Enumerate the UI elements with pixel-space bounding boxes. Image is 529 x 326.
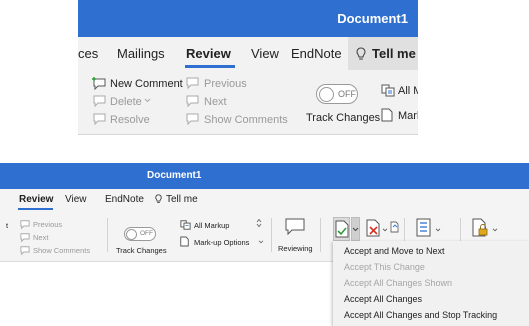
ribbon-bottom-border [78,134,418,135]
top-ribbon-zoom: Document1 ces Mailings Review View EndNo… [78,0,418,135]
previous-comment-icon [186,77,199,90]
group-separator [271,218,272,252]
markup-display-icon [381,84,395,97]
active-tab-underline [18,208,53,210]
track-changes-label: Track Changes [116,246,167,255]
reviewing-pane-icon[interactable] [285,218,305,236]
toggle-knob [126,229,137,240]
menu-item-accept-this-change[interactable]: Accept This Change [344,262,425,272]
protect-chevron-down-icon[interactable] [492,228,498,232]
document-title: Document1 [147,170,202,181]
chevron-down-icon [258,240,264,244]
menu-item-accept-all-changes-shown[interactable]: Accept All Changes Shown [344,278,452,288]
document-title: Document1 [337,11,408,26]
tab-review[interactable]: Review [19,194,53,205]
markup-display-icon [180,220,191,230]
title-bar [0,163,529,189]
next-comment-icon [186,95,199,108]
reject-icon[interactable] [366,219,380,237]
menu-item-accept-all-and-stop-tracking[interactable]: Accept All Changes and Stop Tracking [344,310,497,320]
reviewing-label: Reviewing [278,244,313,253]
previous-comment-button[interactable]: Previous [204,78,247,90]
previous-comment-button[interactable]: Previous [33,220,62,229]
previous-change-icon[interactable] [390,221,399,233]
previous-comment-icon [20,220,30,230]
delete-comment-button[interactable]: Delete [110,96,142,108]
tab-review[interactable]: Review [186,46,231,61]
group-separator [107,218,108,252]
markup-options-button[interactable]: Mark-up Options [194,238,249,247]
new-comment-icon [92,77,107,91]
markup-options-icon [381,108,393,122]
new-comment-button[interactable]: New Comment [110,78,183,90]
accept-dropdown-arrow[interactable] [351,217,360,241]
toggle-knob [319,87,334,102]
markup-options-icon [180,236,189,247]
show-comments-button[interactable]: Show Comments [204,114,288,126]
track-changes-label: Track Changes [306,112,381,124]
tab-endnote[interactable]: EndNote [105,194,144,205]
toggle-state-label: OFF [140,230,153,237]
menu-item-accept-and-move-to-next[interactable]: Accept and Move to Next [344,246,445,256]
lightbulb-icon [356,47,366,61]
chevron-down-icon [144,98,151,103]
tab-tell-me[interactable]: Tell me [166,194,198,205]
protect-document-icon[interactable] [472,218,489,237]
track-changes-toggle[interactable]: OFF [124,227,156,241]
toggle-state-label: OFF [338,89,356,99]
next-comment-button[interactable]: Next [33,233,48,242]
next-comment-icon [20,233,30,243]
delete-comment-icon [93,95,106,108]
show-comments-icon [20,246,30,256]
tab-view[interactable]: View [251,46,279,61]
tab-endnote[interactable]: EndNote [291,46,342,61]
resolve-icon [93,113,106,126]
active-tab-underline [185,65,235,68]
accept-button[interactable] [333,217,350,241]
show-comments-button[interactable]: Show Comments [33,246,90,255]
markup-options-button[interactable]: Mark [398,110,418,122]
up-down-arrows-icon [256,218,262,228]
partial-command-label: t [6,221,9,230]
group-separator [320,218,321,252]
track-changes-toggle[interactable]: OFF [316,84,358,104]
tab-mailings[interactable]: Mailings [117,46,165,61]
next-comment-button[interactable]: Next [204,96,227,108]
menu-item-accept-all-changes[interactable]: Accept All Changes [344,294,422,304]
tab-tell-me[interactable]: Tell me [372,46,416,61]
compare-chevron-down-icon[interactable] [435,228,441,232]
tab-references-partial[interactable]: ces [78,46,98,61]
tab-view[interactable]: View [65,194,87,205]
reject-chevron-down-icon[interactable] [382,228,388,232]
accept-dropdown-menu: Accept and Move to Next Accept This Chan… [333,241,529,326]
lightbulb-icon [155,194,162,204]
display-for-review-select[interactable]: All M [398,85,418,97]
resolve-button[interactable]: Resolve [110,114,150,126]
display-for-review-select[interactable]: All Markup [194,221,229,230]
compare-icon[interactable] [416,218,432,237]
show-comments-icon [186,113,199,126]
